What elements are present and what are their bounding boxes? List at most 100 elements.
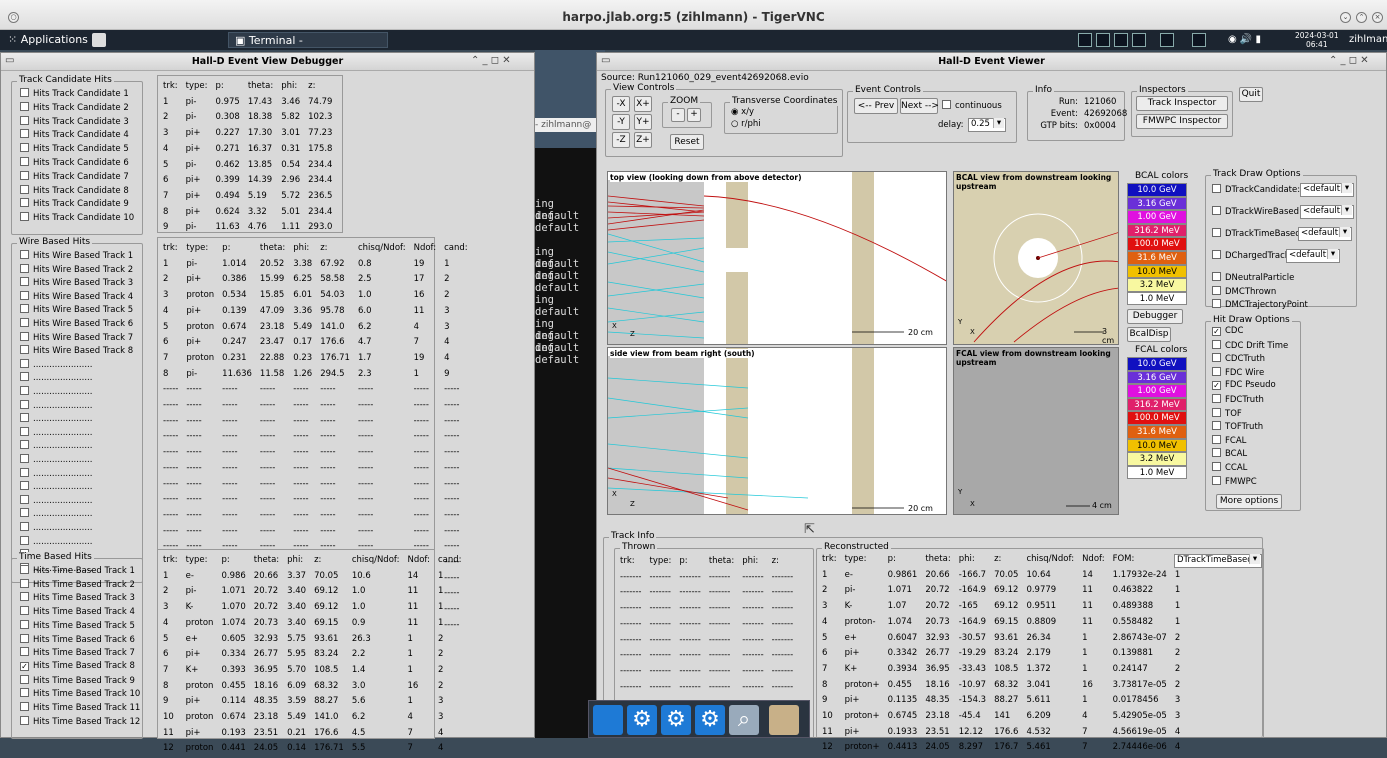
hit-draw-checkbox[interactable]: FCAL bbox=[1212, 434, 1246, 446]
hit-draw-checkbox[interactable]: TOFTruth bbox=[1212, 421, 1263, 432]
hits-checkbox[interactable]: Hits Track Candidate 4 bbox=[20, 129, 129, 140]
track-draw-select[interactable]: <default> bbox=[1300, 205, 1354, 219]
side-view[interactable]: side view from beam right (south) 20 cm … bbox=[607, 347, 947, 515]
quit-button[interactable]: Quit bbox=[1239, 87, 1263, 102]
empty-checkbox[interactable]: ...................... bbox=[20, 399, 92, 411]
more-options-button[interactable]: More options bbox=[1216, 494, 1282, 509]
hits-checkbox[interactable]: Hits Time Based Track 9 bbox=[20, 674, 135, 686]
hits-checkbox[interactable]: Hits Time Based Track 7 bbox=[20, 647, 135, 658]
close-icon[interactable]: × bbox=[1372, 12, 1383, 23]
track-draw-select[interactable]: <default> bbox=[1300, 183, 1354, 197]
track-draw-select[interactable]: <default> bbox=[1298, 227, 1352, 241]
track-draw-checkbox[interactable]: DTrackCandidate: bbox=[1212, 184, 1300, 195]
debugger-button[interactable]: Debugger bbox=[1127, 309, 1183, 324]
maximize-icon[interactable]: ⌃ bbox=[1356, 12, 1367, 23]
hits-checkbox[interactable]: Hits Time Based Track 11 bbox=[20, 702, 140, 713]
track-draw-checkbox[interactable]: DNeutralParticle bbox=[1212, 272, 1294, 283]
track-draw-checkbox[interactable]: DTrackTimeBased: bbox=[1212, 228, 1304, 239]
hit-draw-checkbox[interactable]: TOF bbox=[1212, 407, 1242, 419]
desktop-icon[interactable] bbox=[593, 705, 623, 735]
hits-checkbox[interactable]: Hits Wire Based Track 2 bbox=[20, 263, 133, 275]
hits-checkbox[interactable]: Hits Wire Based Track 3 bbox=[20, 277, 133, 288]
hits-checkbox[interactable]: Hits Time Based Track 2 bbox=[20, 578, 135, 590]
settings-icon[interactable]: ⚙ bbox=[695, 705, 725, 735]
empty-checkbox[interactable]: ...................... bbox=[20, 372, 92, 383]
hits-checkbox[interactable]: Hits Time Based Track 6 bbox=[20, 633, 135, 645]
terminal-tray-icon[interactable] bbox=[1160, 33, 1174, 47]
minimize-icon[interactable]: ⌄ bbox=[1340, 12, 1351, 23]
empty-checkbox[interactable]: ...................... bbox=[20, 535, 92, 547]
hits-checkbox[interactable]: Hits Track Candidate 9 bbox=[20, 198, 129, 209]
workspace-4[interactable] bbox=[1132, 33, 1146, 47]
folder-icon[interactable] bbox=[769, 705, 799, 735]
applications-menu[interactable]: ⁙ Applications bbox=[2, 32, 94, 48]
hit-draw-checkbox[interactable]: CCAL bbox=[1212, 462, 1247, 473]
hits-checkbox[interactable]: Hits Track Candidate 8 bbox=[20, 184, 129, 196]
hits-checkbox[interactable]: Hits Wire Based Track 8 bbox=[20, 345, 133, 356]
settings-icon[interactable]: ⚙ bbox=[661, 705, 691, 735]
settings-icon[interactable]: ⚙ bbox=[627, 705, 657, 735]
empty-checkbox[interactable]: ...................... bbox=[20, 522, 92, 533]
hits-checkbox[interactable]: Hits Track Candidate 2 bbox=[20, 101, 129, 113]
pan-button[interactable]: Z+ bbox=[634, 132, 652, 148]
bcal-view[interactable]: BCAL view from downstream looking upstre… bbox=[953, 171, 1119, 345]
empty-checkbox[interactable]: ...................... bbox=[20, 494, 92, 506]
fcal-view[interactable]: FCAL view from downstream looking upstre… bbox=[953, 347, 1119, 515]
hit-draw-checkbox[interactable]: ✓ FDC Pseudo bbox=[1212, 380, 1276, 391]
workspace-3[interactable] bbox=[1114, 33, 1128, 47]
hit-draw-checkbox[interactable]: FDC Wire bbox=[1212, 366, 1264, 378]
hits-checkbox[interactable]: Hits Time Based Track 10 bbox=[20, 688, 140, 699]
empty-checkbox[interactable]: ...................... bbox=[20, 386, 92, 397]
hits-checkbox[interactable]: Hits Wire Based Track 4 bbox=[20, 290, 133, 302]
delay-select[interactable]: 0.25 bbox=[968, 118, 1006, 132]
hits-checkbox[interactable]: ✓ Hits Time Based Track 8 bbox=[20, 661, 135, 671]
hits-checkbox[interactable]: Hits Time Based Track 1 bbox=[20, 565, 135, 576]
workspace-2[interactable] bbox=[1096, 33, 1110, 47]
bcaldisp-button[interactable]: BcalDisp bbox=[1127, 327, 1171, 342]
hit-draw-checkbox[interactable]: FMWPC bbox=[1212, 475, 1257, 487]
track-draw-checkbox[interactable]: DTrackWireBased: bbox=[1212, 206, 1302, 217]
empty-checkbox[interactable]: ...................... bbox=[20, 413, 92, 424]
track-inspector-button[interactable]: Track Inspector bbox=[1136, 96, 1228, 111]
workspace-1[interactable] bbox=[1078, 33, 1092, 47]
hits-checkbox[interactable]: Hits Track Candidate 3 bbox=[20, 115, 129, 127]
hit-draw-checkbox[interactable]: CDC Drift Time bbox=[1212, 339, 1288, 351]
empty-checkbox[interactable]: ...................... bbox=[20, 508, 92, 519]
hits-checkbox[interactable]: Hits Wire Based Track 7 bbox=[20, 331, 133, 343]
search-icon[interactable]: ⌕ bbox=[729, 705, 759, 735]
reset-button[interactable]: Reset bbox=[670, 134, 704, 150]
zoom-out-button[interactable]: - bbox=[671, 108, 685, 122]
hits-checkbox[interactable]: Hits Wire Based Track 1 bbox=[20, 250, 133, 261]
empty-checkbox[interactable]: ...................... bbox=[20, 426, 92, 438]
shade-icon[interactable]: ⌃ _ ◻ ✕ bbox=[1329, 55, 1369, 66]
track-draw-checkbox[interactable]: DMCThrown bbox=[1212, 285, 1276, 297]
hit-draw-checkbox[interactable]: FDCTruth bbox=[1212, 394, 1264, 405]
track-draw-checkbox[interactable]: DMCTrajectoryPoint bbox=[1212, 299, 1308, 310]
pan-button[interactable]: X+ bbox=[634, 96, 652, 112]
rphi-radio[interactable]: ○ r/phi bbox=[731, 119, 761, 129]
hits-checkbox[interactable]: Hits Track Candidate 10 bbox=[20, 212, 134, 223]
hits-checkbox[interactable]: Hits Wire Based Track 6 bbox=[20, 318, 133, 329]
hits-checkbox[interactable]: Hits Track Candidate 5 bbox=[20, 143, 129, 154]
empty-checkbox[interactable]: ...................... bbox=[20, 467, 92, 479]
hits-checkbox[interactable]: Hits Track Candidate 1 bbox=[20, 88, 129, 99]
hits-checkbox[interactable]: Hits Time Based Track 5 bbox=[20, 619, 135, 631]
empty-checkbox[interactable]: ...................... bbox=[20, 358, 92, 370]
hits-checkbox[interactable]: Hits Time Based Track 4 bbox=[20, 606, 135, 617]
hits-checkbox[interactable]: Hits Time Based Track 12 bbox=[20, 715, 140, 727]
pan-button[interactable]: -Z bbox=[612, 132, 630, 148]
hits-checkbox[interactable]: Hits Track Candidate 7 bbox=[20, 170, 129, 182]
hits-checkbox[interactable]: Hits Wire Based Track 5 bbox=[20, 304, 133, 315]
file-manager-icon[interactable] bbox=[92, 33, 106, 47]
pan-button[interactable]: -X bbox=[612, 96, 630, 112]
empty-checkbox[interactable]: ...................... bbox=[20, 481, 92, 492]
settings-tray-icon[interactable] bbox=[1192, 33, 1206, 47]
shade-icon[interactable]: ⌃ _ ◻ ✕ bbox=[471, 55, 511, 66]
terminal-task-button[interactable]: ▣ Terminal - zihlmann@h... bbox=[228, 32, 388, 63]
reco-cand-select[interactable]: DTrackTimeBased: bbox=[1174, 554, 1262, 568]
window-menu-icon[interactable]: ▭ bbox=[601, 55, 610, 66]
track-draw-select[interactable]: <default> bbox=[1286, 249, 1340, 263]
terminal-output[interactable]: ing default ing default ing default ing def… bbox=[535, 148, 597, 738]
next-button[interactable]: Next --> bbox=[900, 98, 939, 114]
prev-button[interactable]: <-- Prev bbox=[854, 98, 898, 114]
